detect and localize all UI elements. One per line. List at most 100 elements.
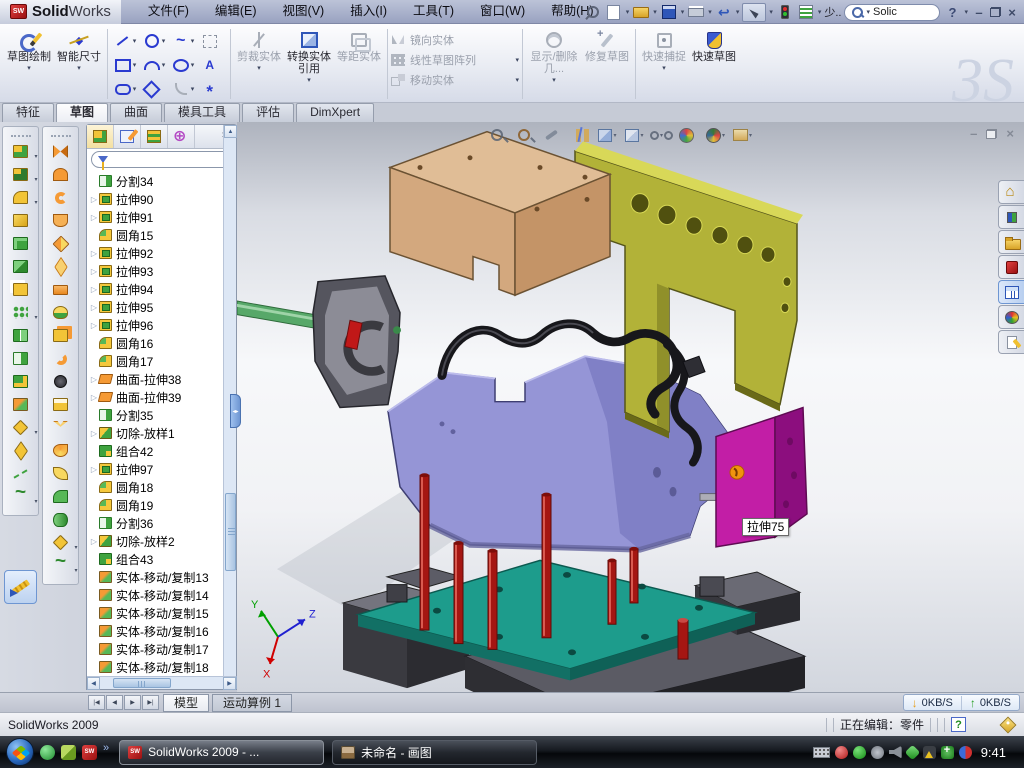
display-style-icon[interactable]: ▾ — [622, 125, 647, 145]
tree-item[interactable]: 圆角16 — [89, 334, 222, 352]
filled-surface-icon[interactable]: ▾ — [51, 235, 71, 252]
zoom-area-icon[interactable]: ▾ — [514, 125, 539, 145]
tree-item[interactable]: 组合42 — [89, 442, 222, 460]
tree-item[interactable]: 实体-移动/复制14 — [89, 586, 222, 604]
move-copy-body-icon[interactable]: ▾ — [11, 396, 31, 413]
swept-surface-icon[interactable]: ▾ — [51, 143, 71, 160]
scroll-right-button[interactable]: ▶ — [223, 677, 236, 690]
ribbon-tab[interactable]: 草图 — [56, 103, 108, 122]
task-pane-tab[interactable] — [998, 330, 1024, 354]
offset-entities-button[interactable]: 等距实体 — [334, 26, 384, 102]
tree-item[interactable]: 实体-移动/复制15 — [89, 604, 222, 622]
extruded-boss-icon[interactable]: ▾ — [11, 143, 31, 160]
keyboard-input-icon[interactable] — [813, 747, 830, 758]
split-feature-icon[interactable]: ▾ — [11, 350, 31, 367]
fillet-icon[interactable]: ▾ — [11, 189, 31, 206]
axis-icon[interactable]: ▾ — [11, 465, 31, 482]
ribbon-tab[interactable]: 模具工具 — [164, 103, 240, 122]
taskbar-clock[interactable]: 9:41 — [977, 745, 1014, 760]
text-tool-icon[interactable]: ▾ — [198, 53, 227, 77]
expand-icon[interactable] — [89, 285, 99, 294]
red-cylinder[interactable] — [678, 618, 688, 659]
task-pane-tab[interactable] — [998, 205, 1024, 229]
tab-nav-button[interactable]: ◀ — [106, 695, 123, 710]
tree-item[interactable]: 实体-移动/复制18 — [89, 658, 222, 676]
section-view-icon[interactable]: ▾ — [568, 125, 593, 145]
reference-geometry-icon[interactable]: ▾ — [51, 534, 71, 551]
tag-icon[interactable] — [1000, 716, 1017, 733]
lofted-surface-icon[interactable]: ▾ — [51, 189, 71, 206]
tree-item[interactable]: 曲面-拉伸38 — [89, 370, 222, 388]
expand-icon[interactable] — [89, 537, 99, 546]
search-input[interactable]: ▾ Solic — [844, 4, 940, 21]
manager-tab[interactable] — [87, 125, 114, 148]
menu-item[interactable]: 插入(I) — [337, 0, 400, 23]
quick-snaps-button[interactable]: 快速捕捉 ▾ — [639, 26, 689, 102]
ribbon-tab[interactable]: 评估 — [242, 103, 294, 122]
tab-nav-button[interactable]: |◀ — [88, 695, 105, 710]
taskbar-button[interactable]: SW SolidWorks 2009 - ... — [119, 740, 324, 765]
restore-button[interactable] — [990, 7, 1001, 17]
print-icon[interactable] — [687, 3, 705, 21]
expand-icon[interactable] — [89, 429, 99, 438]
slot-tool-icon[interactable]: ▾ — [111, 77, 140, 101]
pattern-icon[interactable]: ▾ — [11, 304, 31, 321]
document-tab[interactable]: 运动算例 1 — [212, 694, 292, 712]
arc-tool-icon[interactable]: ▾ — [140, 53, 169, 77]
task-pane-tab[interactable] — [998, 180, 1024, 204]
insert-part[interactable] — [237, 276, 401, 408]
expand-icon[interactable] — [89, 213, 99, 222]
open-file-icon[interactable] — [632, 3, 650, 21]
expand-icon[interactable] — [89, 465, 99, 474]
messenger-quicklaunch-icon[interactable] — [40, 745, 55, 760]
tree-item[interactable]: 拉伸90 — [89, 190, 222, 208]
shield-icon[interactable] — [853, 746, 866, 759]
task-pane-tab[interactable] — [998, 230, 1024, 254]
ribbon-tab[interactable]: 曲面 — [110, 103, 162, 122]
graphics-viewport[interactable]: Y Z X ▾ ▾ ▾ ▾ — [237, 122, 1024, 692]
scrollbar-thumb[interactable] — [225, 493, 236, 571]
delete-face-icon[interactable]: ▾ — [51, 373, 71, 390]
scrollbar-thumb[interactable] — [113, 678, 171, 688]
minimize-button[interactable]: – — [971, 5, 987, 20]
tree-item[interactable]: 组合43 — [89, 550, 222, 568]
media-quicklaunch-icon[interactable] — [61, 745, 76, 760]
quicklaunch-overflow-chevron[interactable]: » — [103, 742, 109, 754]
mirror-feature-icon[interactable]: ▾ — [11, 327, 31, 344]
apply-scene-icon[interactable]: ▾ — [703, 125, 728, 145]
tree-item[interactable]: 拉伸92 — [89, 244, 222, 262]
draft-icon[interactable]: ▾ — [11, 281, 31, 298]
tree-item[interactable]: 切除-放样1 — [89, 424, 222, 442]
start-button[interactable] — [6, 738, 34, 766]
circle-tool-icon[interactable]: ▾ — [140, 29, 169, 53]
thicken-icon[interactable]: ▾ — [51, 327, 71, 344]
expand-icon[interactable] — [89, 249, 99, 258]
boundary-surface-icon[interactable]: ▾ — [51, 212, 71, 229]
tree-item[interactable]: 拉伸97 — [89, 460, 222, 478]
tree-item[interactable]: 切除-放样2 — [89, 532, 222, 550]
tree-item[interactable]: 圆角17 — [89, 352, 222, 370]
menu-item[interactable]: 编辑(E) — [202, 0, 270, 23]
document-tab[interactable]: 模型 — [163, 694, 209, 712]
display-delete-relations-button[interactable]: 显示/删除几... ▾ — [526, 26, 582, 102]
tree-item[interactable]: 分割35 — [89, 406, 222, 424]
task-pane-tab[interactable] — [998, 280, 1024, 304]
doc-close-button[interactable]: × — [1006, 128, 1014, 140]
trim-surface-icon[interactable]: ▾ — [51, 350, 71, 367]
tree-item[interactable]: 实体-移动/复制13 — [89, 568, 222, 586]
tree-filter-input[interactable] — [91, 151, 232, 168]
tree-item[interactable]: 圆角19 — [89, 496, 222, 514]
view-settings-icon[interactable]: ▾ — [730, 125, 755, 145]
tree-item[interactable]: 实体-移动/复制16 — [89, 622, 222, 640]
tree-item[interactable]: 实体-移动/复制17 — [89, 640, 222, 658]
scroll-up-button[interactable]: ▲ — [224, 125, 237, 138]
menu-item[interactable]: 视图(V) — [270, 0, 338, 23]
tree-item[interactable]: 分割34 — [89, 172, 222, 190]
volume-icon[interactable] — [889, 746, 902, 759]
solidworks-quicklaunch-icon[interactable]: SW — [82, 745, 97, 760]
tree-item[interactable]: 拉伸94 — [89, 280, 222, 298]
curve-icon[interactable]: ▾ — [51, 557, 71, 574]
expand-icon[interactable] — [89, 303, 99, 312]
extend-surface-icon[interactable]: ▾ — [51, 419, 71, 436]
tree-item[interactable]: 拉伸93 — [89, 262, 222, 280]
